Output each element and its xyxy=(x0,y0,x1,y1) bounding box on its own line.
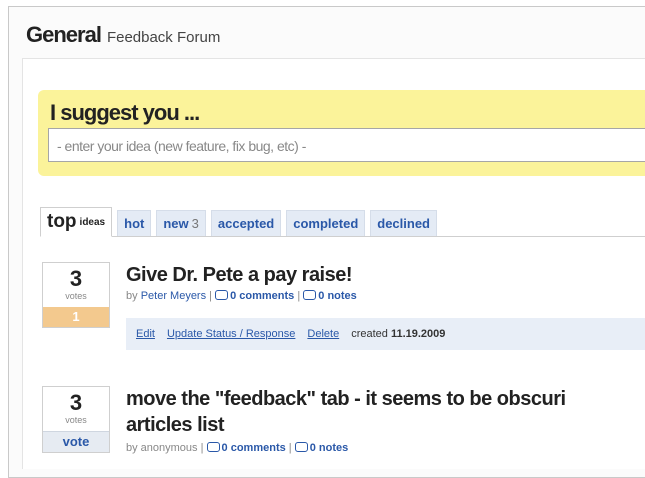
tab-completed-label: completed xyxy=(293,216,359,231)
vote-button[interactable]: 1 xyxy=(43,307,109,327)
page-subtitle: Feedback Forum xyxy=(106,29,221,46)
suggest-label: I suggest you ... xyxy=(50,100,200,125)
tab-declined-label: declined xyxy=(377,216,431,231)
note-icon xyxy=(294,442,308,452)
tab-hot[interactable]: hot xyxy=(117,210,152,236)
idea-input[interactable]: - enter your idea (new feature, fix bug,… xyxy=(48,128,645,162)
note-icon xyxy=(303,290,317,300)
tab-hot-label: hot xyxy=(124,216,145,231)
tab-top-sublabel: ideas xyxy=(79,216,106,228)
comments-link[interactable]: 0 comments xyxy=(222,442,286,454)
idea-title-line: articles list xyxy=(126,414,225,436)
admin-bar: Edit Update Status / Response Delete cre… xyxy=(126,318,645,350)
tab-new[interactable]: new 3 xyxy=(156,210,206,236)
comment-icon xyxy=(215,290,229,300)
idea-tabs: top ideas hot new 3 accepted completed d… xyxy=(40,206,645,237)
idea-meta: by Peter Meyers | 0 comments | 0 notes xyxy=(126,290,357,302)
delete-link[interactable]: Delete xyxy=(307,328,339,340)
edit-link[interactable]: Edit xyxy=(136,328,155,340)
idea-item: 3 votes vote move the "feedback" tab - i… xyxy=(42,386,645,466)
idea-meta: by anonymous | 0 comments | 0 notes xyxy=(126,442,348,454)
idea-title-line: move the "feedback" tab - it seems to be… xyxy=(126,388,566,410)
tab-new-count: 3 xyxy=(191,216,199,231)
separator: | xyxy=(297,290,301,302)
update-status-link[interactable]: Update Status / Response xyxy=(167,328,295,340)
created-date: 11.19.2009 xyxy=(390,328,446,340)
tab-new-label: new xyxy=(163,216,189,231)
notes-link[interactable]: 0 notes xyxy=(310,442,349,454)
tab-top-label: top xyxy=(47,211,77,232)
tab-top-ideas[interactable]: top ideas xyxy=(40,207,113,237)
idea-title[interactable]: Give Dr. Pete a pay raise! xyxy=(126,262,353,288)
created-info: created 11.19.2009 xyxy=(351,328,445,340)
idea-title[interactable]: move the "feedback" tab - it seems to be… xyxy=(126,386,566,438)
tab-accepted[interactable]: accepted xyxy=(210,210,282,236)
page-title: General xyxy=(26,22,102,47)
tab-completed[interactable]: completed xyxy=(286,210,366,236)
suggest-box: I suggest you ... - enter your idea (new… xyxy=(38,90,645,176)
created-label: created xyxy=(351,328,388,340)
by-label: by xyxy=(126,290,138,302)
by-label: by anonymous xyxy=(126,442,198,454)
separator: | xyxy=(288,442,292,454)
vote-box: 3 votes vote xyxy=(42,386,110,453)
tab-declined[interactable]: declined xyxy=(370,210,438,236)
idea-item: 3 votes 1 Give Dr. Pete a pay raise! by … xyxy=(42,262,645,362)
separator: | xyxy=(209,290,213,302)
page-header: General Feedback Forum xyxy=(26,22,220,52)
notes-link[interactable]: 0 notes xyxy=(318,290,357,302)
author-link[interactable]: Peter Meyers xyxy=(141,290,206,302)
vote-count-label: votes xyxy=(65,291,87,301)
vote-box: 3 votes 1 xyxy=(42,262,110,328)
tab-accepted-label: accepted xyxy=(217,216,275,231)
vote-count: 3 xyxy=(69,390,83,415)
vote-count: 3 xyxy=(69,266,83,291)
separator: | xyxy=(200,442,204,454)
vote-button[interactable]: vote xyxy=(43,431,109,452)
vote-count-label: votes xyxy=(65,415,87,425)
comment-icon xyxy=(206,442,220,452)
comments-link[interactable]: 0 comments xyxy=(230,290,294,302)
